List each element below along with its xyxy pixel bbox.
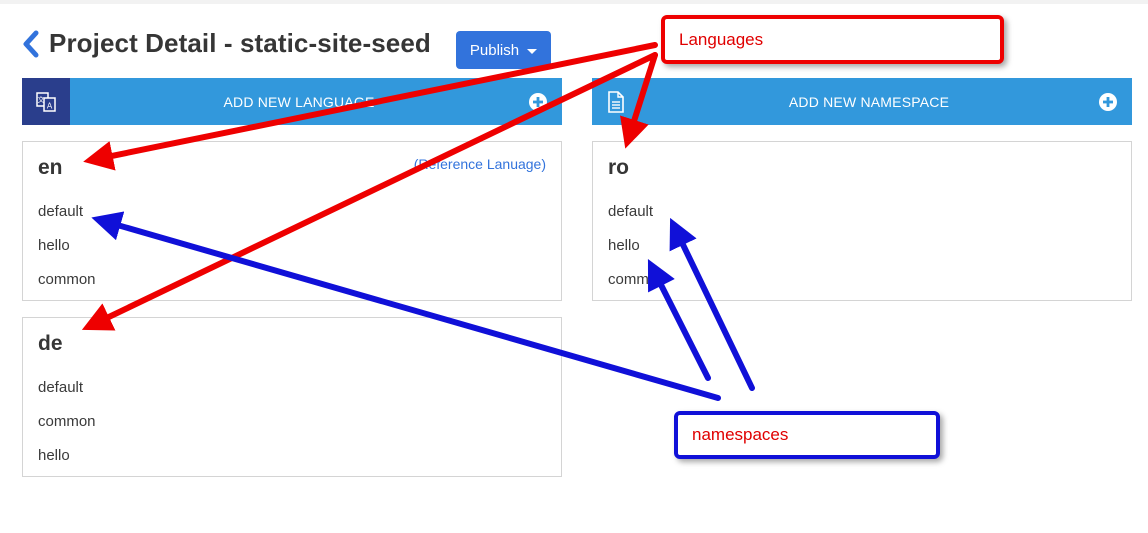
languages-callout: Languages (661, 15, 1004, 64)
title-row: Project Detail - static-site-seed (22, 28, 431, 59)
namespace-item[interactable]: hello (608, 237, 640, 254)
chevron-left-icon[interactable] (22, 29, 40, 59)
page-title: Project Detail - static-site-seed (49, 28, 431, 58)
add-language-bar[interactable]: A 文 ADD NEW LANGUAGE (22, 78, 562, 125)
caret-down-icon (527, 48, 538, 54)
svg-text:文: 文 (38, 95, 45, 104)
plus-circle-icon[interactable] (1098, 92, 1118, 112)
languages-callout-label: Languages (679, 29, 764, 49)
namespace-item[interactable]: default (38, 203, 83, 220)
document-icon (592, 78, 640, 125)
reference-language-note: (Reference Lanuage) (413, 156, 546, 172)
plus-circle-icon[interactable] (528, 92, 548, 112)
add-namespace-label: ADD NEW NAMESPACE (788, 93, 950, 110)
namespace-item[interactable]: common (38, 413, 96, 430)
namespaces-callout: namespaces (674, 411, 940, 459)
top-border (0, 0, 1148, 4)
add-namespace-bar[interactable]: ADD NEW NAMESPACE (592, 78, 1132, 125)
language-code[interactable]: ro (608, 156, 629, 180)
namespace-item[interactable]: hello (38, 447, 70, 464)
namespace-item[interactable]: default (38, 379, 83, 396)
language-card-en: en (Reference Lanuage) default hello com… (22, 141, 562, 301)
translate-icon: A 文 (22, 78, 70, 125)
publish-button[interactable]: Publish (456, 31, 551, 69)
namespace-item[interactable]: common (608, 271, 666, 288)
language-code[interactable]: en (38, 156, 63, 180)
namespace-item[interactable]: default (608, 203, 653, 220)
namespace-item[interactable]: hello (38, 237, 70, 254)
namespace-item[interactable]: common (38, 271, 96, 288)
namespaces-callout-label: namespaces (692, 425, 789, 444)
add-language-label: ADD NEW LANGUAGE (223, 93, 375, 110)
language-code[interactable]: de (38, 332, 63, 356)
language-card-de: de default common hello (22, 317, 562, 477)
language-card-ro: ro default hello common (592, 141, 1132, 301)
svg-text:A: A (47, 101, 53, 110)
publish-label: Publish (469, 41, 520, 59)
